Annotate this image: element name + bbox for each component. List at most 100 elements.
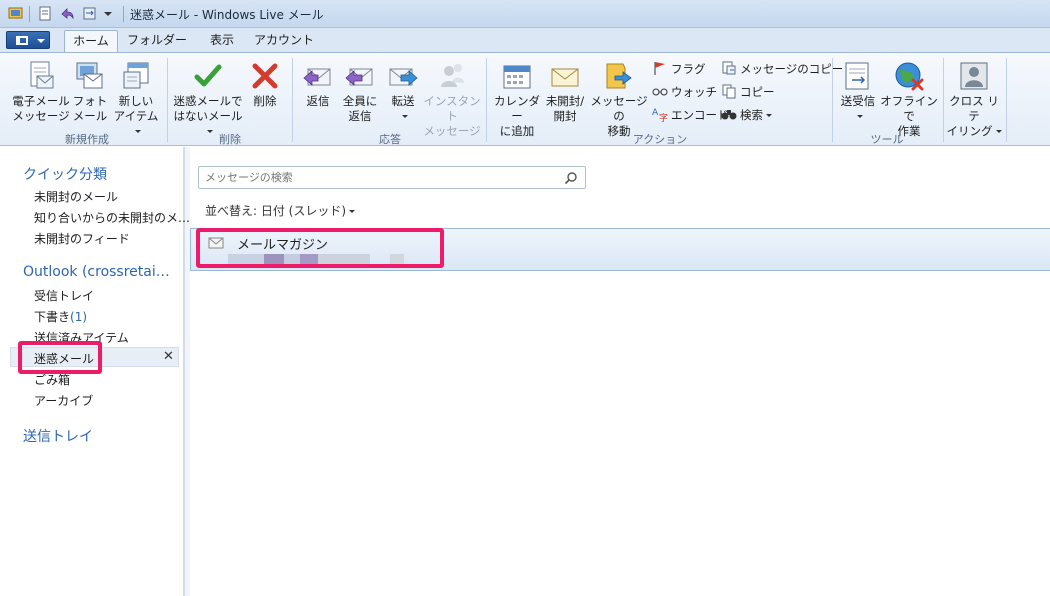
- button-label-line2: イリング: [946, 124, 993, 138]
- group-label-tools: ツール: [870, 133, 904, 146]
- quick-views-header[interactable]: クイック分類: [23, 164, 107, 184]
- envelope-icon: [551, 68, 579, 87]
- tab-folder[interactable]: フォルダー: [126, 30, 188, 52]
- svg-text:A: A: [652, 108, 659, 118]
- send-receive-button[interactable]: 送受信: [836, 60, 880, 124]
- move-message-button[interactable]: メッセージの 移動: [588, 60, 650, 139]
- copy-label: コピー: [740, 85, 775, 99]
- search-input[interactable]: [205, 170, 545, 185]
- watch-button[interactable]: ウォッチ: [652, 83, 717, 101]
- new-item-icon: [123, 62, 149, 89]
- button-label-line1: 未開封/: [545, 94, 585, 108]
- group-label-respond: 応答: [379, 133, 401, 146]
- menu-icon: [16, 36, 28, 45]
- copy-message-button[interactable]: メッセージのコピー: [721, 60, 843, 78]
- copy-message-label: メッセージのコピー: [740, 62, 844, 76]
- button-label-line1: 電子メール: [12, 94, 70, 108]
- tab-account[interactable]: アカウント: [254, 30, 314, 52]
- button-label-line2: に追加: [499, 124, 535, 138]
- forward-button[interactable]: 転送: [384, 60, 422, 124]
- new-item-button[interactable]: 新しい アイテム: [110, 60, 162, 139]
- folder-unread-from-contacts[interactable]: 知り合いからの未開封のメ…: [34, 209, 190, 226]
- button-label-line1: 新しい: [118, 94, 154, 108]
- title-separator: [29, 6, 30, 22]
- new-email-button[interactable]: 電子メール メッセージ: [12, 60, 70, 124]
- reply-button[interactable]: 返信: [298, 60, 338, 109]
- find-label: 検索: [740, 108, 763, 122]
- work-offline-button[interactable]: オフラインで 作業: [878, 60, 940, 139]
- folder-archive[interactable]: アーカイブ: [34, 392, 93, 409]
- sort-by-dropdown[interactable]: 並べ替え: 日付 (スレッド): [205, 202, 356, 219]
- group-separator: [832, 58, 833, 142]
- button-label-line1: 削除: [253, 94, 277, 108]
- annotation-highlight-junk-folder: [18, 341, 102, 374]
- chevron-down-icon: [995, 130, 1002, 133]
- new-email-icon[interactable]: [38, 6, 53, 21]
- folder-drafts-label: 下書き: [34, 310, 71, 324]
- copy-message-icon: [722, 61, 736, 75]
- title-bar: 迷惑メール - Windows Live メール: [0, 0, 1050, 28]
- flag-button[interactable]: フラグ: [652, 60, 706, 78]
- reply-all-button[interactable]: 全員に 返信: [340, 60, 380, 124]
- not-junk-button[interactable]: 迷惑メールで はないメール: [172, 60, 244, 139]
- encode-icon: A字: [652, 108, 668, 122]
- photo-email-icon: [76, 62, 103, 89]
- button-label-line2: 返信: [348, 109, 372, 123]
- add-to-calendar-button[interactable]: カレンダー に追加: [490, 60, 544, 139]
- group-separator: [167, 58, 168, 142]
- copy-button[interactable]: コピー: [721, 83, 775, 101]
- group-label-delete: 削除: [219, 133, 241, 146]
- button-label-line2: アイテム: [113, 109, 159, 123]
- app-icon[interactable]: [8, 6, 23, 21]
- message-search-box[interactable]: [198, 166, 586, 189]
- search-icon[interactable]: [564, 171, 578, 185]
- button-label-line2: メール: [72, 109, 108, 123]
- watch-label: ウォッチ: [671, 85, 717, 99]
- folder-unread-mail[interactable]: 未開封のメール: [34, 188, 118, 205]
- folder-drafts[interactable]: 下書き(1): [34, 308, 87, 325]
- folder-unread-feeds[interactable]: 未開封のフィード: [34, 230, 130, 247]
- reply-icon: [303, 68, 331, 86]
- move-folder-icon: [606, 63, 632, 89]
- close-icon[interactable]: ✕: [163, 349, 174, 364]
- button-label-line1: 迷惑メールで: [173, 94, 243, 108]
- encode-label: エンコード: [671, 108, 729, 122]
- reply-icon[interactable]: [60, 6, 75, 21]
- group-label-actions: アクション: [632, 133, 688, 146]
- find-button[interactable]: 検索: [721, 106, 772, 124]
- button-label-line1: クロス リテ: [949, 94, 999, 123]
- instant-message-button[interactable]: インスタント メッセージ: [422, 60, 482, 139]
- cross-retailing-button[interactable]: クロス リテ イリング: [946, 60, 1002, 139]
- svg-text:字: 字: [659, 112, 668, 122]
- button-label-line2: はないメール: [173, 109, 243, 123]
- app-menu-button[interactable]: [6, 31, 50, 49]
- encode-button[interactable]: A 字エンコード: [652, 106, 729, 124]
- chevron-down-icon: [766, 114, 772, 117]
- button-label-line1: 転送: [391, 94, 415, 108]
- quick-access-dropdown-icon[interactable]: [104, 12, 112, 16]
- button-label-line1: オフラインで: [880, 94, 938, 123]
- calendar-icon: [503, 65, 531, 89]
- unread-read-button[interactable]: 未開封/ 開封: [542, 60, 588, 124]
- delete-icon: [252, 63, 278, 89]
- send-receive-icon: [845, 62, 869, 90]
- folder-inbox[interactable]: 受信トレイ: [34, 287, 94, 304]
- annotation-highlight-message: [196, 228, 444, 268]
- button-label-line1: 全員に: [342, 94, 378, 108]
- tab-view[interactable]: 表示: [202, 30, 242, 52]
- reply-all-icon: [345, 68, 373, 86]
- outbox-header[interactable]: 送信トレイ: [23, 426, 93, 446]
- send-receive-icon[interactable]: [82, 6, 97, 21]
- button-label-line2: メッセージ: [12, 109, 70, 123]
- window-title: 迷惑メール - Windows Live メール: [130, 8, 324, 22]
- tab-home[interactable]: ホーム: [64, 30, 118, 52]
- delete-button[interactable]: 削除: [245, 60, 285, 109]
- button-label-line1: 送受信: [840, 94, 876, 108]
- checkmark-icon: [194, 64, 222, 87]
- photo-email-button[interactable]: フォト メール: [70, 60, 110, 124]
- account-header[interactable]: Outlook (crossretai…: [23, 264, 170, 280]
- chevron-down-icon: [37, 39, 45, 43]
- instant-message-icon: [441, 64, 464, 87]
- chevron-down-icon: [856, 115, 863, 118]
- group-separator: [943, 58, 944, 142]
